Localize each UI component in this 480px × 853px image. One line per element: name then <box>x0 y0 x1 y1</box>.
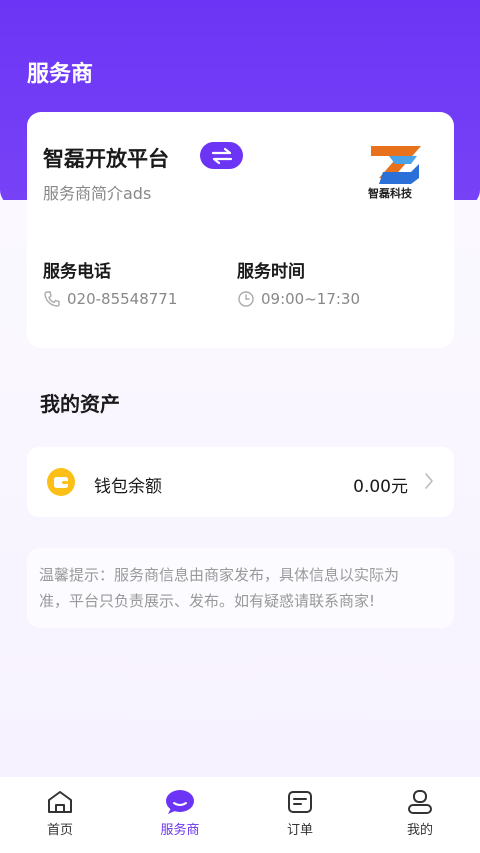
tab-home-label: 首页 <box>46 823 73 838</box>
tab-profile-label: 我的 <box>406 823 433 838</box>
hours-value-row: 09:00~17:30 <box>237 290 360 308</box>
tab-home[interactable]: 首页 <box>0 777 120 853</box>
provider-description: 服务商简介ads <box>43 184 152 203</box>
tab-profile[interactable]: 我的 <box>360 777 480 853</box>
phone-value: 020-85548771 <box>67 290 178 308</box>
phone-value-row[interactable]: 020-85548771 <box>43 290 177 308</box>
provider-logo-text: 智磊科技 <box>368 187 412 200</box>
wallet-icon <box>47 468 75 496</box>
switch-provider-button[interactable] <box>200 142 243 169</box>
bottom-tab-bar: 首页 服务商 订单 我的 <box>0 777 480 853</box>
chevron-right-icon <box>425 473 433 489</box>
tab-orders-label: 订单 <box>286 823 313 838</box>
phone-label: 服务电话 <box>43 262 111 282</box>
wallet-amount: 0.00元 <box>353 477 408 497</box>
home-icon <box>48 791 72 813</box>
phone-icon <box>44 291 60 307</box>
tab-service-provider[interactable]: 服务商 <box>120 777 240 853</box>
tip-line-2: 准，平台只负责展示、发布。如有疑惑请联系商家! <box>39 592 376 610</box>
provider-name: 智磊开放平台 <box>43 147 169 171</box>
profile-icon <box>408 790 432 814</box>
chat-bubble-icon <box>166 790 194 814</box>
hours-label: 服务时间 <box>237 262 305 282</box>
clock-icon <box>238 291 254 307</box>
tab-orders[interactable]: 订单 <box>240 777 360 853</box>
wallet-balance-row[interactable]: 钱包余额 0.00元 <box>27 447 454 517</box>
order-icon <box>288 791 312 813</box>
wallet-label: 钱包余额 <box>94 477 162 497</box>
provider-card: 智磊开放平台 服务商简介ads 智磊科技 服务电话 020-85548771 服… <box>27 112 454 348</box>
page-title: 服务商 <box>27 62 94 87</box>
tab-service-provider-label: 服务商 <box>160 823 200 838</box>
assets-section-title: 我的资产 <box>40 392 120 416</box>
swap-icon <box>211 147 232 164</box>
tip-notice: 温馨提示：服务商信息由商家发布，具体信息以实际为 准，平台只负责展示、发布。如有… <box>27 548 454 628</box>
tip-line-1: 温馨提示：服务商信息由商家发布，具体信息以实际为 <box>39 566 400 584</box>
hours-value: 09:00~17:30 <box>261 290 361 308</box>
